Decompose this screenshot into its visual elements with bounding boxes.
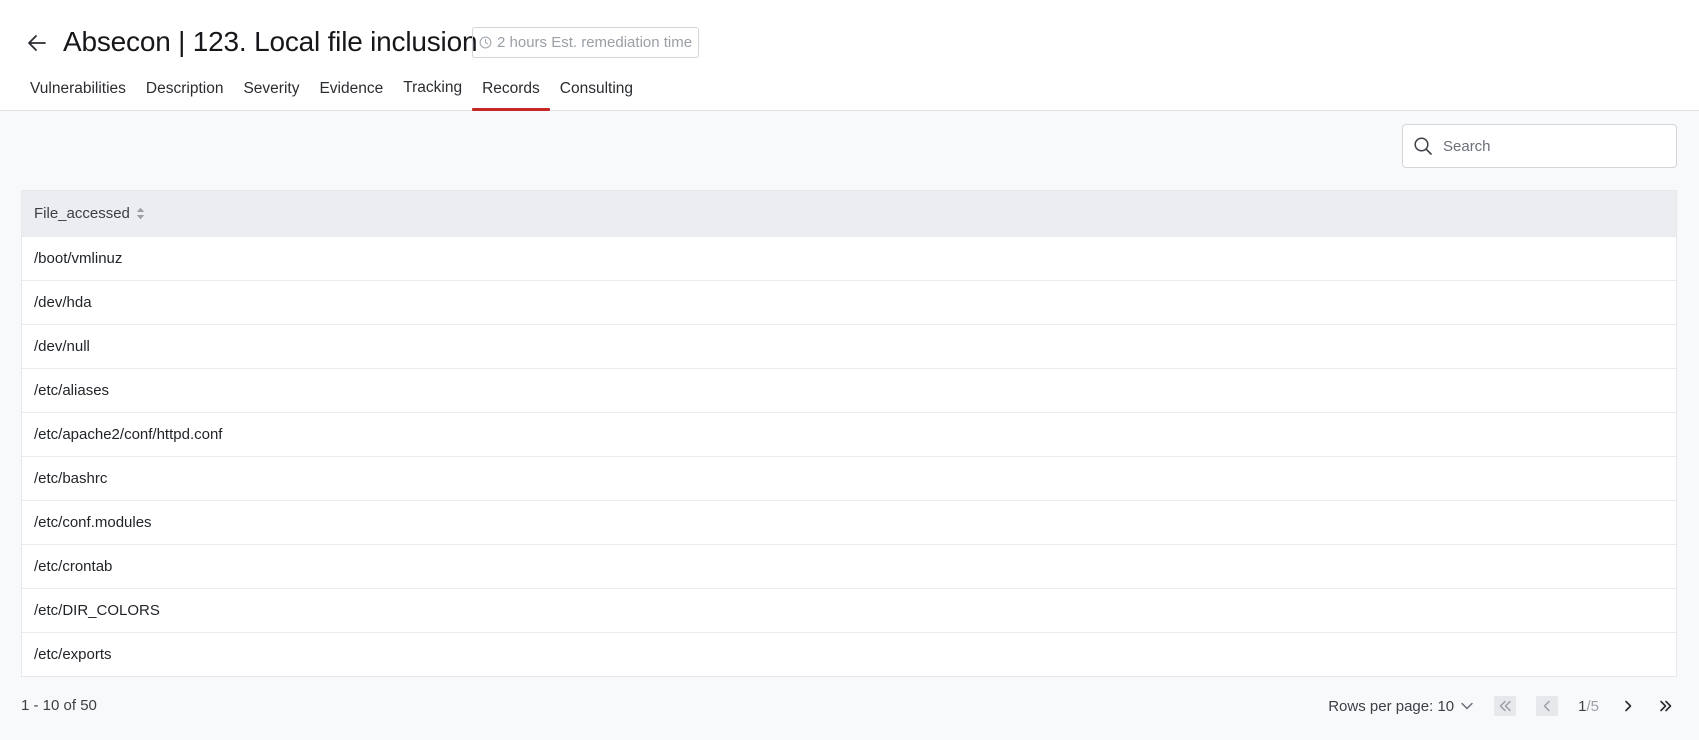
table-cell: /etc/apache2/conf/httpd.conf	[34, 426, 223, 443]
table-row: /etc/exports	[22, 632, 1676, 676]
tab-consulting[interactable]: Consulting	[550, 72, 643, 111]
search-box	[1402, 124, 1677, 168]
table-row: /etc/apache2/conf/httpd.conf	[22, 412, 1676, 456]
remediation-time-badge: 2 hours Est. remediation time	[472, 27, 700, 58]
tab-description[interactable]: Description	[136, 72, 234, 111]
table-cell: /dev/hda	[34, 294, 92, 311]
first-page-button[interactable]	[1494, 696, 1517, 716]
page-header: Absecon | 123. Local file inclusion 2 ho…	[0, 0, 1699, 111]
pagination: Rows per page: 10 1/5	[1328, 693, 1677, 719]
table-cell: /etc/bashrc	[34, 470, 108, 487]
table-cell: /etc/exports	[34, 646, 112, 663]
next-page-button[interactable]	[1617, 696, 1639, 716]
table-cell: /etc/aliases	[34, 382, 110, 399]
table-row: /etc/aliases	[22, 368, 1676, 412]
table-cell: /etc/DIR_COLORS	[34, 602, 160, 619]
table-row: /etc/conf.modules	[22, 500, 1676, 544]
search-input[interactable]	[1443, 137, 1663, 155]
table-cell: /etc/crontab	[34, 558, 113, 575]
arrow-left-icon	[28, 35, 46, 51]
tab-vulnerabilities[interactable]: Vulnerabilities	[20, 72, 136, 111]
tab-bar: Vulnerabilities Description Severity Evi…	[20, 72, 643, 111]
table-cell: /boot/vmlinuz	[34, 250, 123, 267]
page-title: Absecon | 123. Local file inclusion	[63, 26, 478, 57]
column-header-label: File_accessed	[34, 205, 130, 222]
total-pages: 5	[1590, 697, 1599, 715]
page-indicator: 1/5	[1578, 698, 1599, 715]
table-row: /etc/crontab	[22, 544, 1676, 588]
tab-evidence[interactable]: Evidence	[309, 72, 393, 111]
last-page-button[interactable]	[1655, 696, 1677, 716]
table-cell: /etc/conf.modules	[34, 514, 152, 531]
chevrons-right-icon	[1660, 700, 1672, 712]
remediation-time-text: 2 hours Est. remediation time	[497, 34, 693, 51]
chevron-down-icon	[1461, 702, 1473, 710]
sort-icon[interactable]	[136, 207, 145, 220]
tab-records[interactable]: Records	[472, 72, 550, 111]
back-button[interactable]	[24, 30, 50, 56]
chevron-right-icon	[1625, 700, 1632, 712]
table-cell: /dev/null	[34, 338, 90, 355]
column-header-file-accessed[interactable]: File_accessed	[22, 191, 1676, 236]
table-row: /etc/bashrc	[22, 456, 1676, 500]
chevron-left-icon	[1543, 700, 1550, 712]
record-range-text: 1 - 10 of 50	[21, 697, 97, 714]
table-row: /dev/null	[22, 324, 1676, 368]
table-row: /etc/DIR_COLORS	[22, 588, 1676, 632]
previous-page-button[interactable]	[1536, 696, 1559, 716]
rows-per-page-label: Rows per page: 10	[1328, 697, 1455, 715]
chevrons-left-icon	[1499, 700, 1511, 712]
table-row: /boot/vmlinuz	[22, 236, 1676, 280]
table-row: /dev/hda	[22, 280, 1676, 324]
rows-per-page-select[interactable]: Rows per page: 10	[1328, 698, 1474, 715]
records-table: File_accessed /boot/vmlinuz /dev/hda /de…	[21, 190, 1677, 677]
search-icon	[1414, 137, 1432, 155]
clock-icon	[479, 36, 492, 49]
tab-tracking[interactable]: Tracking	[393, 72, 472, 111]
tab-severity[interactable]: Severity	[233, 72, 309, 111]
